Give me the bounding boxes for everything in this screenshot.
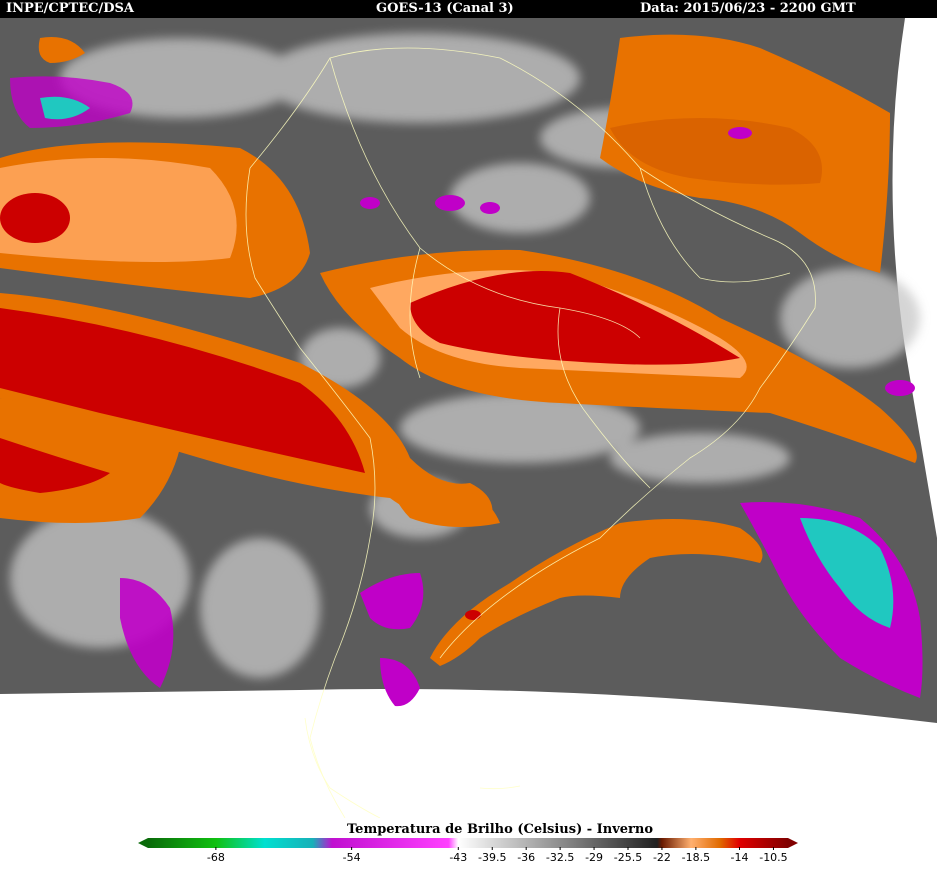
- legend-arrow-left: [138, 838, 148, 848]
- legend-tick-label: -22: [652, 851, 671, 864]
- satellite-label: GOES-13 (Canal 3): [376, 1, 514, 16]
- date-label: Data: 2015/06/23 - 2200 GMT: [640, 1, 856, 16]
- legend-tick-label: -32.5: [545, 851, 575, 864]
- satellite-image: [0, 18, 937, 818]
- satellite-image-svg: [0, 18, 937, 818]
- legend-tick-label: -10.5: [759, 851, 788, 864]
- legend-tick-label: -68: [206, 851, 225, 864]
- legend-tick-label: -54: [342, 851, 361, 864]
- color-legend: -68 -54 -43 -39.5 -36 -32.5 -29 -25.5 -22 -18.5 -1…: [138, 836, 798, 876]
- legend-gradient: [148, 838, 788, 848]
- legend-arrow-right: [788, 838, 798, 848]
- legend-colorbar: [138, 838, 798, 850]
- legend-tick-label: -39.5: [478, 851, 507, 864]
- source-label: INPE/CPTEC/DSA: [6, 1, 134, 16]
- legend-tick-label: -25.5: [613, 851, 643, 864]
- legend-tick-label: -43: [449, 851, 468, 864]
- legend-tick-label: -18.5: [681, 851, 711, 864]
- header-bar: INPE/CPTEC/DSA GOES-13 (Canal 3) Data: 2…: [0, 0, 937, 18]
- legend-title: Temperatura de Brilho (Celsius) - Invern…: [346, 822, 653, 837]
- legend-tick-label: -14: [730, 851, 749, 864]
- legend-tick-label: -36: [517, 851, 536, 864]
- legend-tick-label: -29: [585, 851, 604, 864]
